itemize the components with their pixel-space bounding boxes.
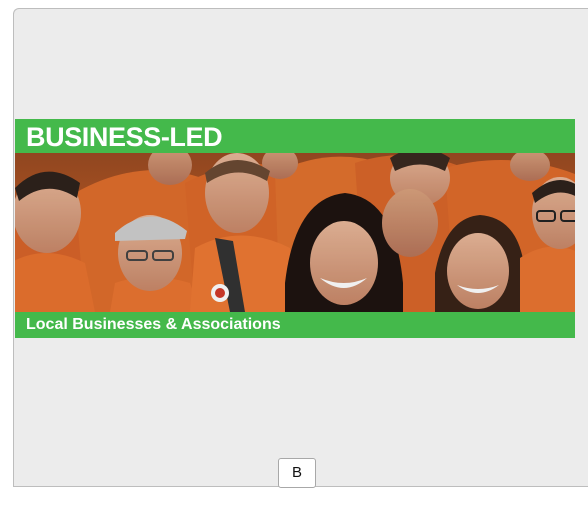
business-led-card: BUSINESS-LED Local Businesses & Associat… bbox=[15, 119, 575, 338]
crowd-photo bbox=[15, 153, 575, 312]
card-caption: Local Businesses & Associations bbox=[26, 316, 281, 333]
b-button[interactable]: B bbox=[278, 458, 316, 488]
caption-band: Local Businesses & Associations bbox=[15, 312, 575, 338]
card-title: BUSINESS-LED bbox=[26, 122, 223, 152]
title-band: BUSINESS-LED bbox=[15, 119, 575, 153]
